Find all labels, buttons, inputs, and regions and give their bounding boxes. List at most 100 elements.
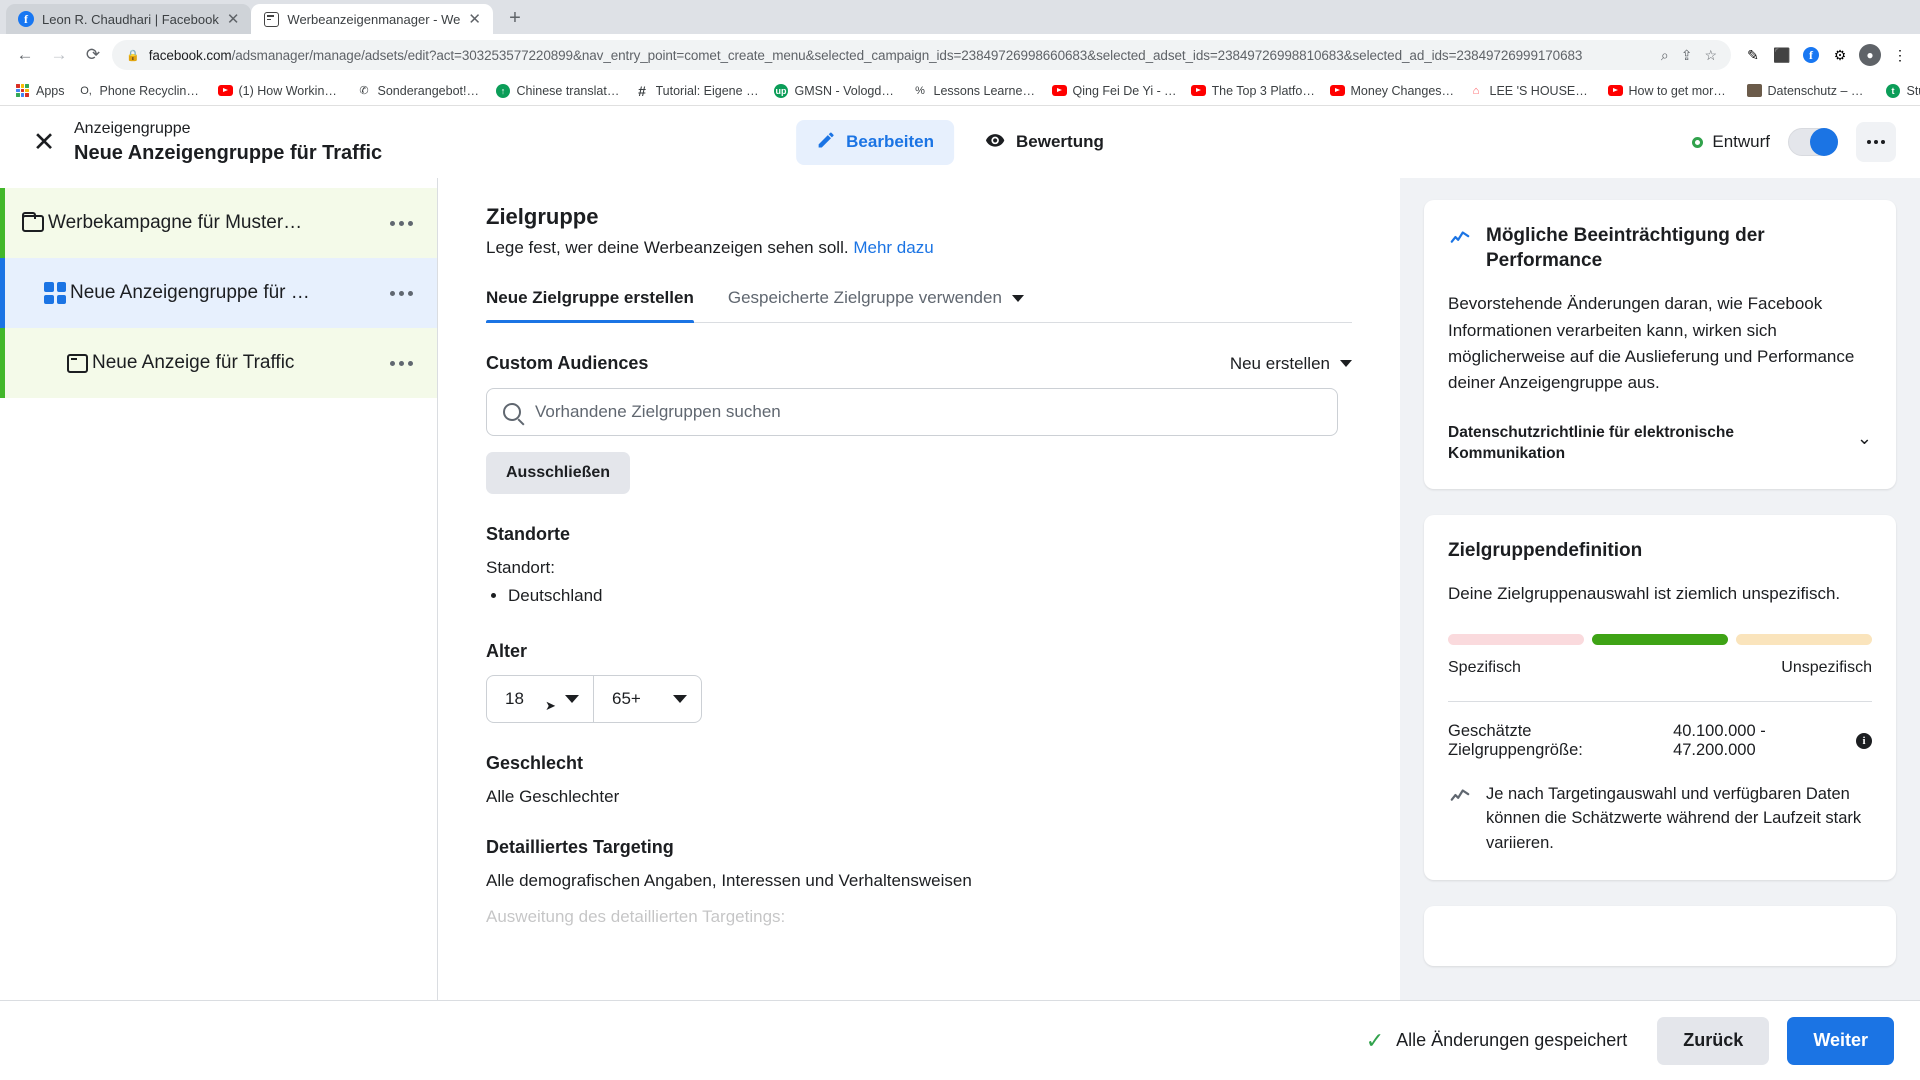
- more-options-button[interactable]: [1856, 122, 1896, 162]
- back-icon[interactable]: ←: [10, 40, 40, 70]
- green-circle-icon: ↑: [496, 83, 511, 98]
- extension-icon[interactable]: ⬛: [1772, 45, 1792, 65]
- share-icon[interactable]: ⇪: [1681, 47, 1693, 64]
- zoom-icon[interactable]: ⌕: [1661, 47, 1669, 64]
- locations-block: Standorte Standort: Deutschland: [486, 524, 1352, 611]
- check-icon: ✓: [1365, 1027, 1385, 1053]
- youtube-icon: [1051, 83, 1067, 98]
- bookmark-item[interactable]: % Lessons Learned f...: [906, 80, 1045, 101]
- browser-tab-facebook[interactable]: f Leon R. Chaudhari | Facebook ✕: [6, 4, 252, 34]
- app-header: ✕ Anzeigengruppe Neue Anzeigengruppe für…: [0, 106, 1920, 178]
- age-max-value: 65+: [612, 688, 641, 708]
- new-tab-button[interactable]: +: [501, 4, 529, 32]
- sidebar-item-menu[interactable]: [382, 213, 421, 234]
- tab-create-audience[interactable]: Neue Zielgruppe erstellen: [486, 288, 694, 323]
- folder-icon: [18, 211, 48, 232]
- section-title: Zielgruppe: [486, 204, 599, 229]
- bookmark-item[interactable]: The Top 3 Platfor...: [1184, 80, 1323, 101]
- sidebar-item-adset[interactable]: Neue Anzeigengruppe für …: [0, 258, 437, 328]
- youtube-icon: [1329, 83, 1345, 98]
- tab-bearbeiten[interactable]: Bearbeiten: [796, 119, 955, 165]
- status-toggle[interactable]: [1788, 128, 1838, 156]
- create-new-button[interactable]: Neu erstellen: [1230, 354, 1352, 374]
- puzzle-icon[interactable]: ⚙: [1830, 45, 1850, 65]
- age-block: Alter 18 ➤ 65+: [486, 641, 1352, 723]
- close-icon[interactable]: ✕: [227, 12, 240, 27]
- bookmark-item[interactable]: Money Changes E...: [1323, 80, 1462, 101]
- bookmark-item[interactable]: Apps: [8, 80, 72, 101]
- bookmark-label: The Top 3 Platfor...: [1211, 83, 1316, 98]
- pencil-icon: [816, 130, 836, 155]
- subtitle-text: Lege fest, wer deine Werbeanzeigen sehen…: [486, 238, 849, 257]
- header-eyebrow: Anzeigengruppe: [74, 119, 191, 137]
- hash-icon: #: [638, 82, 646, 99]
- tab-saved-audience[interactable]: Gespeicherte Zielgruppe verwenden: [728, 288, 1024, 322]
- youtube-icon: [1190, 83, 1206, 98]
- reload-icon[interactable]: ⟳: [78, 40, 108, 70]
- back-button[interactable]: Zurück: [1657, 1016, 1770, 1065]
- save-status-label: Alle Änderungen gespeichert: [1396, 1030, 1628, 1050]
- profile-avatar[interactable]: ●: [1859, 44, 1881, 66]
- sidebar-item-menu[interactable]: [382, 283, 421, 304]
- close-icon[interactable]: ✕: [468, 12, 481, 27]
- age-min-select[interactable]: 18 ➤: [486, 674, 594, 723]
- next-card-stub: [1424, 905, 1896, 966]
- section-subtitle: Lege fest, wer deine Werbeanzeigen sehen…: [486, 238, 1352, 258]
- bookmark-item[interactable]: Qing Fei De Yi - Y...: [1045, 80, 1184, 101]
- bookmark-label: Sonderangebot! |...: [377, 83, 482, 98]
- gender-value: Alle Geschlechter: [486, 786, 620, 806]
- bookmark-item[interactable]: How to get more v...: [1601, 80, 1740, 101]
- bookmark-label: Phone Recycling,...: [99, 83, 204, 98]
- sidebar-item-campaign[interactable]: Werbekampagne für Muster…: [0, 188, 437, 258]
- info-icon[interactable]: i: [1856, 732, 1872, 749]
- tab-bewertung[interactable]: Bewertung: [964, 120, 1124, 165]
- bookmark-label: LEE 'S HOUSE—...: [1489, 83, 1594, 98]
- locations-label: Standorte: [486, 524, 571, 544]
- audience-search-input[interactable]: Vorhandene Zielgruppen suchen: [486, 388, 1338, 436]
- campaign-sidebar: Werbekampagne für Muster… Neue Anzeigeng…: [0, 178, 438, 1000]
- sidebar-item-ad[interactable]: Neue Anzeige für Traffic: [0, 328, 437, 398]
- divider: [1448, 700, 1872, 702]
- audience-tabs: Neue Zielgruppe erstellen Gespeicherte Z…: [486, 288, 1352, 323]
- gender-block: Geschlecht Alle Geschlechter: [486, 753, 1352, 807]
- age-label: Alter: [486, 640, 528, 661]
- app-body: Werbekampagne für Muster… Neue Anzeigeng…: [0, 178, 1920, 1000]
- address-bar[interactable]: 🔒 facebook.com/adsmanager/manage/adsets/…: [112, 40, 1731, 70]
- performance-impact-card: Mögliche Beeinträchtigung der Performanc…: [1424, 200, 1896, 489]
- bookmark-item[interactable]: (1) How Working a...: [211, 80, 350, 101]
- privacy-policy-accordion[interactable]: Datenschutzrichtlinie für elektronische …: [1448, 423, 1872, 465]
- browser-tab-adsmanager[interactable]: Werbeanzeigenmanager - We ✕: [251, 4, 493, 34]
- learn-more-link[interactable]: Mehr dazu: [853, 238, 933, 257]
- facebook-extension-icon[interactable]: f: [1801, 45, 1821, 65]
- status-label: Entwurf: [1712, 132, 1770, 151]
- bookmark-label: Chinese translatio...: [516, 83, 621, 98]
- custom-audiences-label: Custom Audiences: [486, 353, 649, 373]
- bookmark-item[interactable]: Datenschutz – Re...: [1740, 81, 1879, 101]
- next-button[interactable]: Weiter: [1787, 1016, 1894, 1065]
- level-indicator: [0, 328, 5, 398]
- tab-title: Werbeanzeigenmanager - We: [287, 11, 461, 27]
- bookmark-item[interactable]: ✆ Sonderangebot! |...: [350, 80, 489, 101]
- bookmark-item[interactable]: t Student Wants an...: [1879, 80, 1920, 101]
- trend-chart-icon: [1448, 227, 1472, 254]
- bookmark-star-icon[interactable]: ☆: [1704, 47, 1717, 64]
- bookmark-item[interactable]: ↑ Chinese translatio...: [489, 80, 628, 101]
- forward-icon[interactable]: →: [44, 40, 74, 70]
- bookmark-item[interactable]: up GMSN - Vologda,...: [767, 80, 906, 101]
- audience-form: Zielgruppe Lege fest, wer deine Werbeanz…: [438, 178, 1400, 1000]
- age-max-select[interactable]: 65+: [594, 674, 702, 723]
- level-indicator: [0, 258, 5, 328]
- bookmark-item[interactable]: ⌂ LEE 'S HOUSE—...: [1462, 80, 1601, 101]
- trend-chart-icon: [1448, 785, 1472, 856]
- close-icon[interactable]: ✕: [24, 122, 64, 162]
- search-icon: [503, 403, 521, 421]
- exclude-button[interactable]: Ausschließen: [486, 452, 631, 494]
- chrome-menu-icon[interactable]: ⋮: [1890, 45, 1910, 65]
- meter-left-label: Spezifisch: [1448, 658, 1521, 676]
- sidebar-item-label: Neue Anzeige für Traffic: [92, 352, 295, 373]
- grammarly-icon[interactable]: ✎: [1743, 45, 1763, 65]
- bookmark-item[interactable]: O, Phone Recycling,...: [72, 80, 211, 101]
- bookmark-item[interactable]: # Tutorial: Eigene Fa...: [628, 80, 767, 101]
- detailed-targeting-value: Alle demografischen Angaben, Interessen …: [486, 870, 972, 890]
- sidebar-item-menu[interactable]: [382, 353, 421, 374]
